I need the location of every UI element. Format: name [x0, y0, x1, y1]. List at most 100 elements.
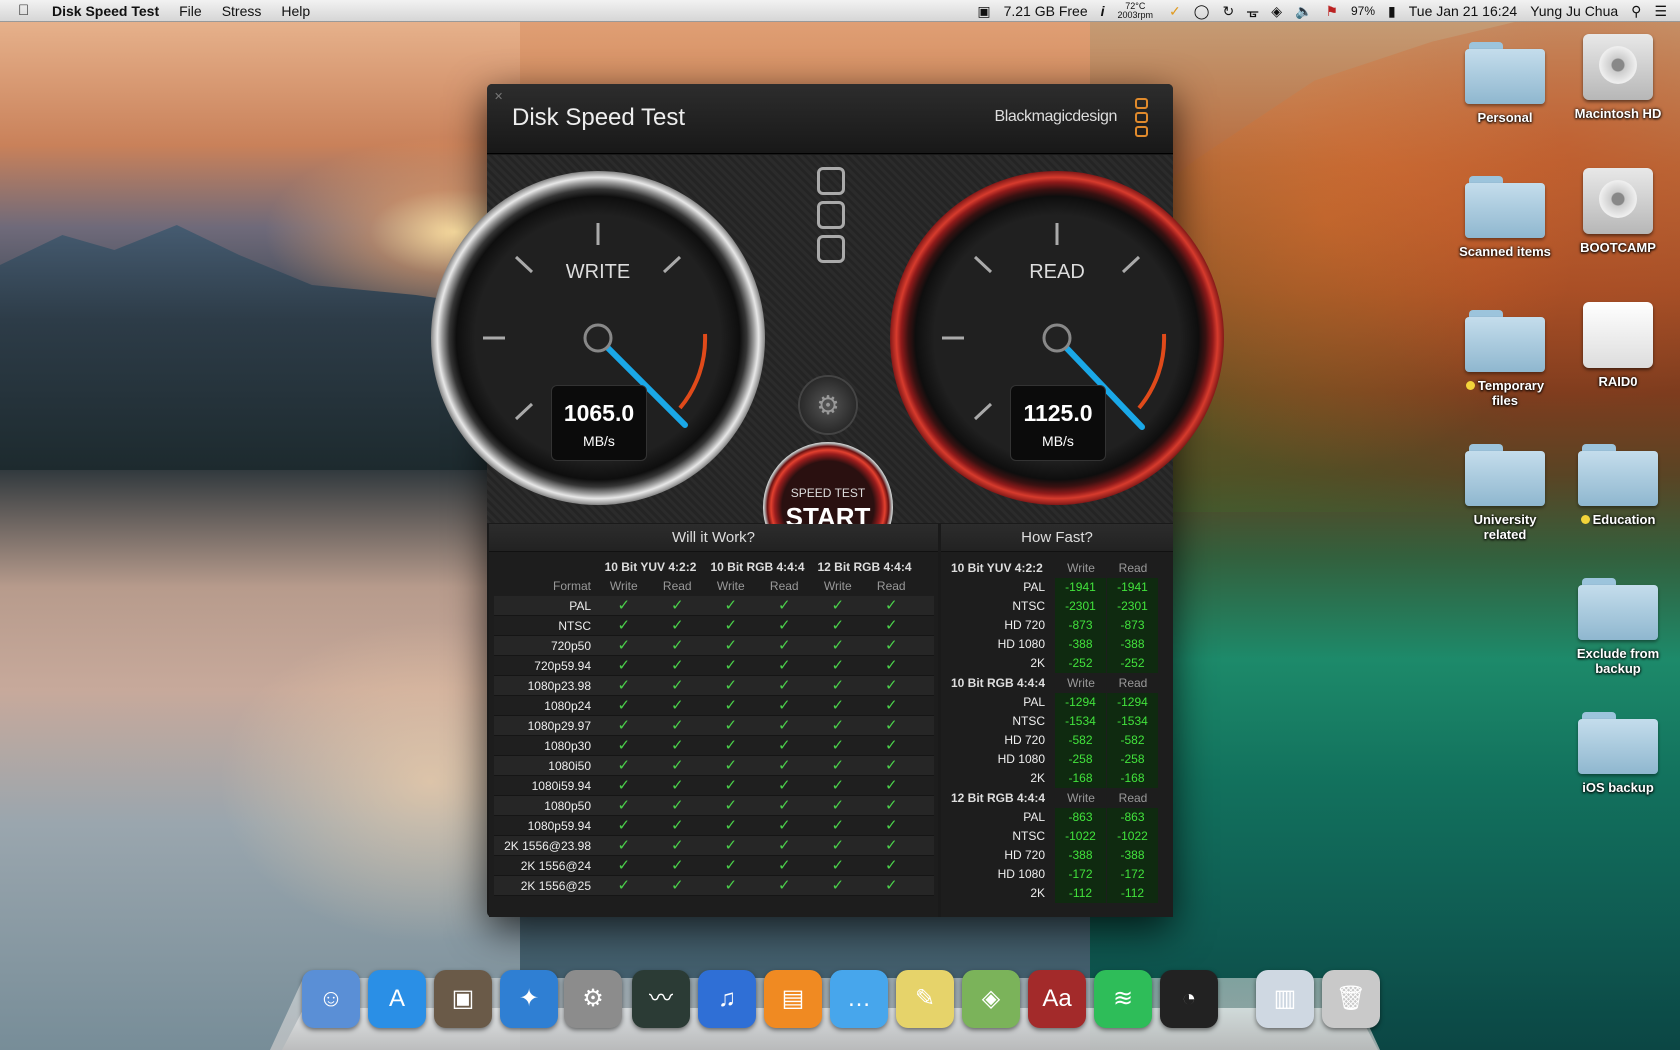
- read-frames-value: -252: [1107, 654, 1158, 673]
- checkmark-icon: ✓: [831, 637, 845, 654]
- desktop-icon-raid0[interactable]: RAID0: [1566, 302, 1670, 389]
- disk-icon[interactable]: ▣: [977, 3, 990, 20]
- finder-icon[interactable]: ☺: [302, 970, 360, 1028]
- menu-help[interactable]: Help: [281, 3, 310, 19]
- battery-percent[interactable]: 97%: [1351, 4, 1375, 18]
- settings-gear-icon[interactable]: ⚙: [800, 377, 856, 433]
- column-header: Write: [1067, 561, 1095, 575]
- checkmark-icon: ✓: [670, 857, 684, 874]
- desktop-icon-exclude-from-backup[interactable]: Exclude from backup: [1566, 578, 1670, 676]
- downloads-stack-icon[interactable]: ▥: [1256, 970, 1314, 1028]
- notification-center-icon[interactable]: ☰: [1654, 3, 1667, 20]
- desktop-icon-ios-backup[interactable]: iOS backup: [1566, 712, 1670, 795]
- time-machine-icon[interactable]: ↻: [1222, 3, 1234, 20]
- start-button-caption: SPEED TEST: [790, 486, 866, 500]
- read-readout: 1125.0 MB/s: [1010, 385, 1106, 461]
- app-menu[interactable]: Disk Speed Test: [52, 3, 159, 19]
- ibooks-icon[interactable]: ▤: [764, 970, 822, 1028]
- checkmark-icon: ✓: [670, 797, 684, 814]
- battery-icon[interactable]: ▮: [1388, 3, 1396, 20]
- column-header: Read: [662, 579, 692, 593]
- activity-monitor-icon[interactable]: 〰: [632, 970, 690, 1028]
- desktop-icon-education[interactable]: Education: [1566, 444, 1670, 527]
- format-label: 1080p50: [544, 799, 591, 813]
- flag-icon[interactable]: ⚑: [1325, 3, 1338, 20]
- window-titlebar[interactable]: ✕ Disk Speed Test Blackmagicdesign: [487, 84, 1173, 154]
- desktop-icon-personal[interactable]: Personal: [1453, 42, 1557, 125]
- format-label: HD 720: [1004, 618, 1045, 632]
- bluetooth-icon[interactable]: ᚗ: [1247, 3, 1258, 20]
- format-label: PAL: [1023, 580, 1045, 594]
- chat-bubble-icon[interactable]: ◯: [1194, 3, 1210, 20]
- desktop-icon-temporary-files[interactable]: Temporary files: [1453, 310, 1557, 408]
- write-frames-value: -1941: [1055, 578, 1106, 597]
- checkmark-icon[interactable]: ✓: [1169, 3, 1181, 20]
- checkmark-icon: ✓: [670, 597, 684, 614]
- disk-speed-test-window: ✕ Disk Speed Test Blackmagicdesign WRITE: [431, 84, 1224, 917]
- format-label: 2K 1556@25: [520, 879, 591, 893]
- volume-icon[interactable]: 🔈: [1295, 3, 1312, 20]
- read-frames-value: -1941: [1107, 578, 1158, 597]
- table-row: HD 720 -582 -582: [951, 731, 1163, 750]
- drive-selector: [813, 167, 849, 269]
- table-row: PAL -863 -863: [951, 808, 1163, 827]
- format-label: 720p59.94: [534, 659, 591, 673]
- close-icon[interactable]: ✕: [494, 90, 503, 103]
- table-row: 2K 1556@24 ✓ ✓ ✓ ✓ ✓ ✓: [494, 856, 934, 876]
- read-frames-value: -873: [1107, 616, 1158, 635]
- write-frames-value: -863: [1055, 808, 1106, 827]
- checkmark-icon: ✓: [617, 637, 631, 654]
- system-preferences-icon[interactable]: ⚙: [564, 970, 622, 1028]
- disk-speed-test-icon[interactable]: ◔: [1160, 970, 1218, 1028]
- drive-slot-2-icon[interactable]: [817, 201, 845, 229]
- write-unit: MB/s: [583, 433, 615, 449]
- maps-icon[interactable]: ◈: [962, 970, 1020, 1028]
- checkmark-icon: ✓: [617, 797, 631, 814]
- drive-slot-3-icon[interactable]: [817, 235, 845, 263]
- folder-icon: [1578, 444, 1658, 506]
- format-label: PAL: [1023, 695, 1045, 709]
- app-store-icon[interactable]: A: [368, 970, 426, 1028]
- spotlight-icon[interactable]: ⚲: [1631, 3, 1641, 20]
- checkmark-icon: ✓: [777, 617, 791, 634]
- group-name: 10 Bit RGB 4:4:4: [951, 676, 1046, 690]
- safari-icon[interactable]: ✦: [500, 970, 558, 1028]
- read-frames-value: -112: [1107, 884, 1158, 903]
- external-drive-icon: [1583, 302, 1653, 368]
- trash-icon[interactable]: 🗑: [1322, 970, 1380, 1028]
- menu-stress[interactable]: Stress: [222, 3, 262, 19]
- format-label: HD 720: [1004, 733, 1045, 747]
- clock[interactable]: Tue Jan 21 16:24: [1409, 3, 1517, 19]
- checkmark-icon: ✓: [884, 597, 898, 614]
- wifi-icon[interactable]: ◈: [1271, 3, 1282, 20]
- desktop-icon-label: Temporary files: [1477, 378, 1545, 408]
- stickies-icon[interactable]: ✎: [896, 970, 954, 1028]
- folder-icon: [1465, 176, 1545, 238]
- apple-menu-icon[interactable]: : [18, 2, 38, 19]
- desktop-icon-macintosh-hd[interactable]: Macintosh HD: [1566, 34, 1670, 121]
- desktop-icon-scanned-items[interactable]: Scanned items: [1453, 176, 1557, 259]
- checkmark-icon: ✓: [884, 857, 898, 874]
- desktop-icon-label: BOOTCAMP: [1580, 240, 1656, 255]
- write-frames-value: -172: [1055, 865, 1106, 884]
- table-row: 1080p23.98 ✓ ✓ ✓ ✓ ✓ ✓: [494, 676, 934, 696]
- desktop-icon-bootcamp[interactable]: BOOTCAMP: [1566, 168, 1670, 255]
- user-menu[interactable]: Yung Ju Chua: [1530, 3, 1618, 19]
- checkmark-icon: ✓: [831, 757, 845, 774]
- info-icon[interactable]: i: [1101, 3, 1105, 19]
- messages-icon[interactable]: …: [830, 970, 888, 1028]
- desktop-icon-university-related[interactable]: University related: [1453, 444, 1557, 542]
- spotify-icon[interactable]: ≋: [1094, 970, 1152, 1028]
- image-capture-icon[interactable]: ▣: [434, 970, 492, 1028]
- dictionary-icon[interactable]: Aa: [1028, 970, 1086, 1028]
- table-row: HD 1080 -258 -258: [951, 750, 1163, 769]
- itunes-icon[interactable]: ♫: [698, 970, 756, 1028]
- format-label: HD 1080: [997, 867, 1045, 881]
- format-label: PAL: [1023, 810, 1045, 824]
- menu-file[interactable]: File: [179, 3, 202, 19]
- checkmark-icon: ✓: [724, 677, 738, 694]
- drive-slot-1-icon[interactable]: [817, 167, 845, 195]
- checkmark-icon: ✓: [617, 817, 631, 834]
- temp-monitor[interactable]: 72°C 2003rpm: [1118, 2, 1154, 20]
- disk-free-label[interactable]: 7.21 GB Free: [1004, 3, 1088, 19]
